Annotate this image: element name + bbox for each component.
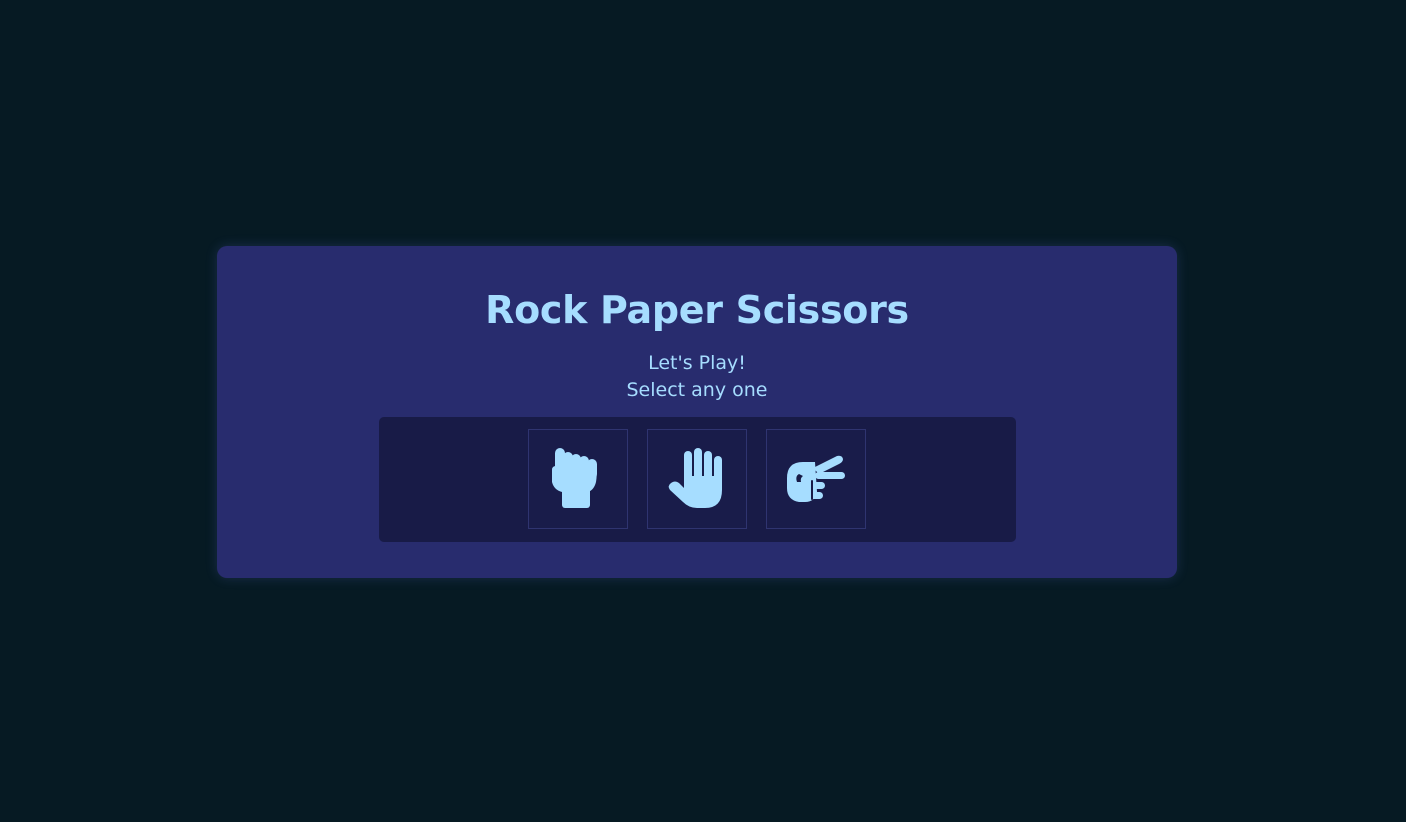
hand-scissors-icon <box>785 452 847 506</box>
game-title: Rock Paper Scissors <box>485 288 909 332</box>
game-card: Rock Paper Scissors Let's Play! Select a… <box>217 246 1177 578</box>
rock-button[interactable] <box>528 429 628 529</box>
scissors-button[interactable] <box>766 429 866 529</box>
choices-panel <box>379 417 1016 542</box>
subtitle-select: Select any one <box>626 379 768 401</box>
choices-row <box>528 429 866 529</box>
subtitle-lets-play: Let's Play! <box>648 352 746 374</box>
paper-button[interactable] <box>647 429 747 529</box>
hand-open-icon <box>667 448 727 510</box>
hand-fist-icon <box>548 448 608 510</box>
